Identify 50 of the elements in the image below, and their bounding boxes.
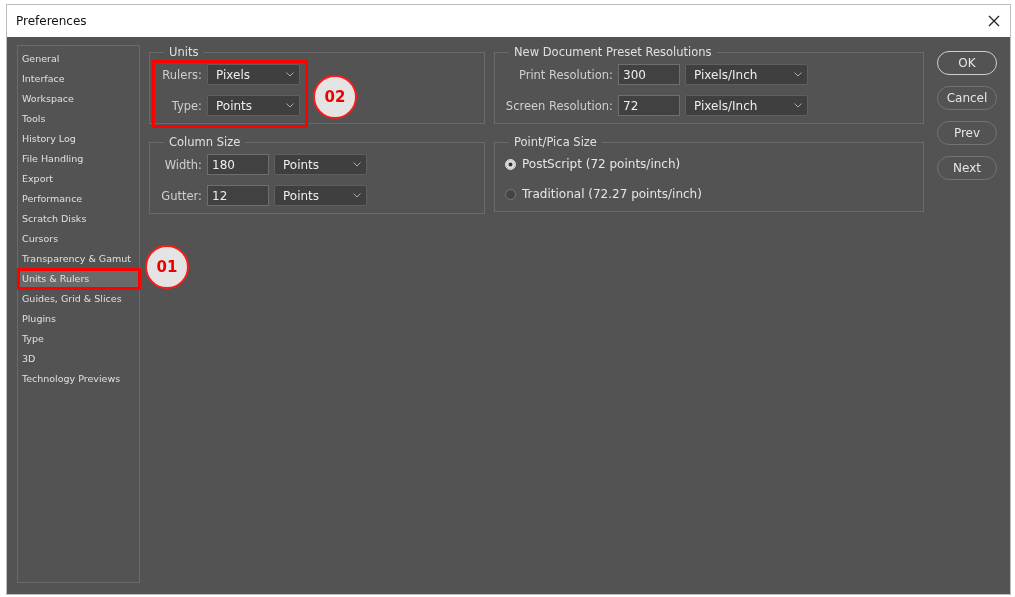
field-label: Rulers: — [161, 67, 202, 82]
close-icon[interactable] — [988, 15, 1000, 27]
dialog-button[interactable]: Cancel — [937, 86, 997, 110]
chevron-down-icon — [794, 103, 802, 108]
category-item[interactable]: 3D — [18, 349, 139, 369]
dialog-button[interactable]: Next — [937, 156, 997, 180]
category-item[interactable]: Scratch Disks — [18, 209, 139, 229]
category-item[interactable]: Tools — [18, 109, 139, 129]
dialog-button[interactable]: Prev — [937, 121, 997, 145]
number-field[interactable]: 300 — [618, 64, 680, 85]
category-item[interactable]: Cursors — [18, 229, 139, 249]
dropdown[interactable]: Pixels/Inch — [685, 64, 808, 85]
dropdown[interactable]: Points — [274, 185, 367, 206]
dropdown[interactable]: Points — [207, 95, 300, 116]
chevron-down-icon — [353, 162, 361, 167]
step-badge: 02 — [313, 75, 357, 119]
category-item[interactable]: Type — [18, 329, 139, 349]
category-item[interactable]: Performance — [18, 189, 139, 209]
chevron-down-icon — [794, 72, 802, 77]
dropdown[interactable]: Pixels/Inch — [685, 95, 808, 116]
radio-label: Traditional (72.27 points/inch) — [522, 187, 702, 201]
category-item[interactable]: General — [18, 49, 139, 69]
number-field[interactable]: 12 — [207, 185, 269, 206]
category-item[interactable]: Plugins — [18, 309, 139, 329]
radio-button[interactable] — [505, 188, 516, 200]
category-item[interactable]: Export — [18, 169, 139, 189]
dropdown[interactable]: Points — [274, 154, 367, 175]
category-item[interactable]: Transparency & Gamut — [18, 249, 139, 269]
category-item[interactable]: Workspace — [18, 89, 139, 109]
field-label: Type: — [170, 98, 202, 113]
category-item[interactable]: Interface — [18, 69, 139, 89]
chevron-down-icon — [353, 193, 361, 198]
dropdown[interactable]: Pixels — [207, 64, 300, 85]
window-title: Preferences — [16, 14, 87, 28]
field-label: Gutter: — [160, 188, 202, 203]
chevron-down-icon — [286, 72, 294, 77]
step-badge: 01 — [145, 245, 189, 289]
category-item[interactable]: Guides, Grid & Slices — [18, 289, 139, 309]
category-item[interactable]: File Handling — [18, 149, 139, 169]
radio-label: PostScript (72 points/inch) — [522, 157, 681, 171]
field-label: Print Resolution: — [517, 67, 613, 82]
field-label: Screen Resolution: — [504, 98, 613, 113]
field-label: Width: — [163, 157, 202, 172]
category-item[interactable]: History Log — [18, 129, 139, 149]
chevron-down-icon — [286, 103, 294, 108]
category-item[interactable]: Technology Previews — [18, 369, 139, 389]
number-field[interactable]: 180 — [207, 154, 269, 175]
group-title: Point/Pica Size — [509, 135, 602, 150]
number-field[interactable]: 72 — [618, 95, 680, 116]
dialog-button[interactable]: OK — [937, 51, 997, 75]
